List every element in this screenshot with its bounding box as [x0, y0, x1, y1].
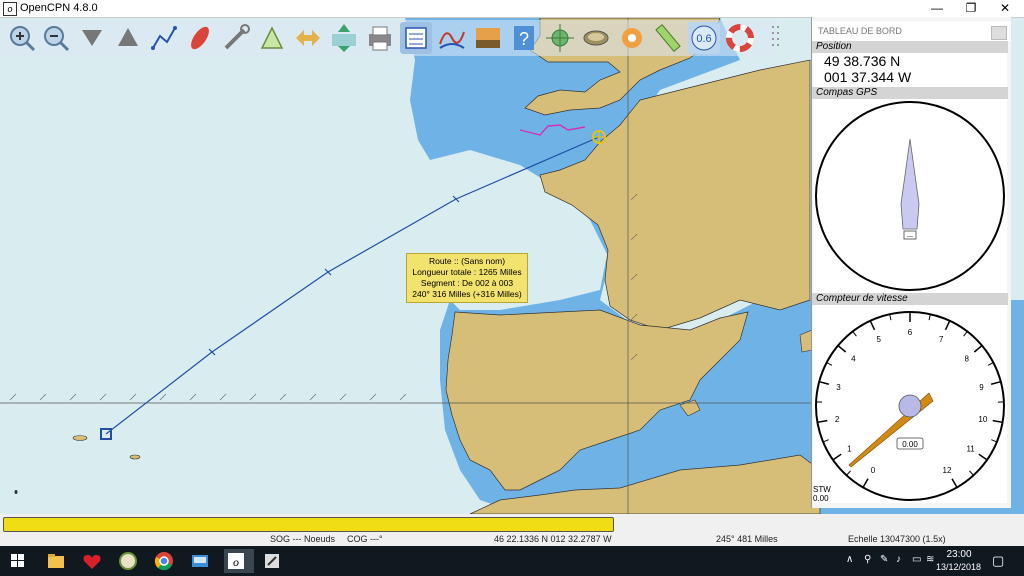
volume-icon[interactable]: ♪ — [896, 554, 901, 565]
speed-tick-label: 5 — [876, 335, 881, 344]
position-instrument: 49 38.736 N 001 37.344 W — [813, 53, 1007, 87]
dashboard-close-button[interactable] — [991, 26, 1007, 40]
mob-icon[interactable] — [616, 22, 648, 54]
status-cursor-position: 46 22.1336 N 012 32.2787 W — [494, 534, 612, 544]
scale-in-icon[interactable] — [112, 22, 144, 54]
speed-value: 0.00 — [902, 440, 918, 449]
speed-tick-label: 9 — [979, 383, 984, 392]
status-bearing-distance: 245° 481 Milles — [716, 534, 778, 544]
speed-tick-label: 7 — [939, 335, 944, 344]
stw-value: 0.00 — [813, 494, 829, 503]
position-instrument-title: Position — [812, 41, 1008, 53]
network-icon[interactable]: ⚲ — [864, 554, 871, 565]
minimize-button[interactable]: — — [920, 0, 954, 17]
zoom-in-icon[interactable] — [6, 22, 38, 54]
window-title: OpenCPN 4.8.0 — [20, 2, 98, 14]
position-latitude: 49 38.736 N — [824, 53, 901, 69]
battery-icon[interactable]: ▭ — [912, 554, 921, 565]
close-button[interactable]: ✕ — [988, 0, 1022, 17]
route-manager-icon[interactable] — [400, 22, 432, 54]
measure-icon[interactable] — [652, 22, 684, 54]
position-longitude: 001 37.344 W — [824, 69, 912, 85]
distance-readout-value: 0.6 — [696, 33, 711, 45]
dashboard-header: TABLEAU DE BORD — [812, 21, 1011, 41]
start-icon[interactable] — [6, 549, 36, 573]
route-segment: Segment : De 002 à 003 — [420, 278, 514, 288]
zoom-out-icon[interactable] — [40, 22, 72, 54]
tracks-icon[interactable] — [256, 22, 288, 54]
route-name: Route :: (Sans nom) — [428, 256, 506, 266]
speed-tick-label: 1 — [847, 444, 852, 453]
clock-date[interactable]: 13/12/2018 — [936, 562, 981, 572]
speed-instrument: 0 1 2 3 4 5 6 7 8 9 10 11 12 0.00 STW 0.00 — [813, 305, 1007, 503]
help-icon[interactable]: ? — [508, 22, 540, 54]
chrome-icon[interactable] — [152, 549, 182, 573]
compass-cog-value: --- — [907, 234, 913, 240]
speed-tick-label: 8 — [964, 354, 969, 363]
title-bar: o OpenCPN 4.8.0 — ❐ ✕ — [0, 0, 1024, 18]
dashboard-panel: TABLEAU DE BORD Position 49 38.736 N 001… — [811, 17, 1011, 508]
gps-icon[interactable] — [544, 22, 576, 54]
svg-text:o: o — [233, 555, 239, 569]
route-length: Longueur totale : 1265 Milles — [412, 267, 522, 277]
route-segment-bearing: 240° 316 Milles (+316 Milles) — [412, 289, 522, 299]
follow-icon[interactable] — [292, 22, 324, 54]
distance-readout-icon[interactable]: 0.6 — [688, 22, 720, 54]
settings-wrench-icon[interactable] — [220, 22, 252, 54]
clock-time[interactable]: 23:00 — [944, 549, 974, 560]
control-panel-icon[interactable] — [188, 549, 218, 573]
restore-button[interactable]: ❐ — [954, 0, 988, 17]
notifications-icon[interactable]: ▢ — [992, 553, 1004, 569]
file-explorer-icon[interactable] — [44, 549, 74, 573]
speed-tick-label: 4 — [851, 354, 856, 363]
status-cog: COG ---° — [347, 534, 383, 544]
speed-tick-label: 6 — [908, 328, 913, 337]
svg-text:?: ? — [519, 29, 529, 49]
ais-icon[interactable] — [580, 22, 612, 54]
print-icon[interactable] — [364, 22, 396, 54]
progress-bar — [3, 517, 614, 532]
speed-hub — [898, 394, 922, 418]
compass-instrument: --- — [813, 99, 1007, 293]
depth-icon[interactable] — [328, 22, 360, 54]
status-bar: SOG --- Noeuds COG ---° 46 22.1336 N 012… — [0, 514, 1024, 546]
waypoint-icon[interactable] — [184, 22, 216, 54]
route-icon[interactable] — [148, 22, 180, 54]
speed-tick-label: 11 — [966, 444, 975, 453]
windows-taskbar: o ∧ ⚲ ✎ ♪ ▭ ≋ 23:00 13/12/2018 ▢ — [0, 546, 1024, 576]
speed-tick-label: 12 — [943, 466, 952, 475]
stw-label: STW — [813, 485, 831, 494]
status-scale: Echelle 13047300 (1.5x) — [848, 534, 946, 544]
speed-tick-label: 10 — [978, 415, 987, 424]
opencpn-task-icon[interactable]: o — [224, 549, 254, 573]
route-info-popup: Route :: (Sans nom) Longueur totale : 12… — [406, 253, 528, 303]
status-sog: SOG --- Noeuds — [270, 534, 336, 544]
current-icon[interactable] — [472, 22, 504, 54]
main-toolbar: ? 0.6 — [2, 20, 779, 56]
opencpn-logo-icon: o — [3, 2, 17, 16]
lifebuoy-icon[interactable] — [724, 22, 756, 54]
heart-app-icon[interactable] — [80, 549, 110, 573]
toolbar-grip-icon[interactable] — [760, 22, 779, 54]
compass-instrument-title: Compas GPS — [812, 87, 1008, 99]
speed-tick-label: 3 — [836, 383, 841, 392]
notes-app-icon[interactable] — [260, 549, 290, 573]
dashboard-title: TABLEAU DE BORD — [818, 26, 902, 36]
tray-chevron-icon[interactable]: ∧ — [846, 554, 853, 565]
globe-app-icon[interactable] — [116, 549, 146, 573]
speed-tick-label: 2 — [835, 415, 840, 424]
wifi-icon[interactable]: ≋ — [926, 554, 934, 565]
pen-icon[interactable]: ✎ — [880, 554, 888, 565]
speed-instrument-title: Compteur de vitesse — [812, 293, 1008, 305]
tides-icon[interactable] — [436, 22, 468, 54]
speed-tick-label: 0 — [871, 466, 876, 475]
scale-out-icon[interactable] — [76, 22, 108, 54]
